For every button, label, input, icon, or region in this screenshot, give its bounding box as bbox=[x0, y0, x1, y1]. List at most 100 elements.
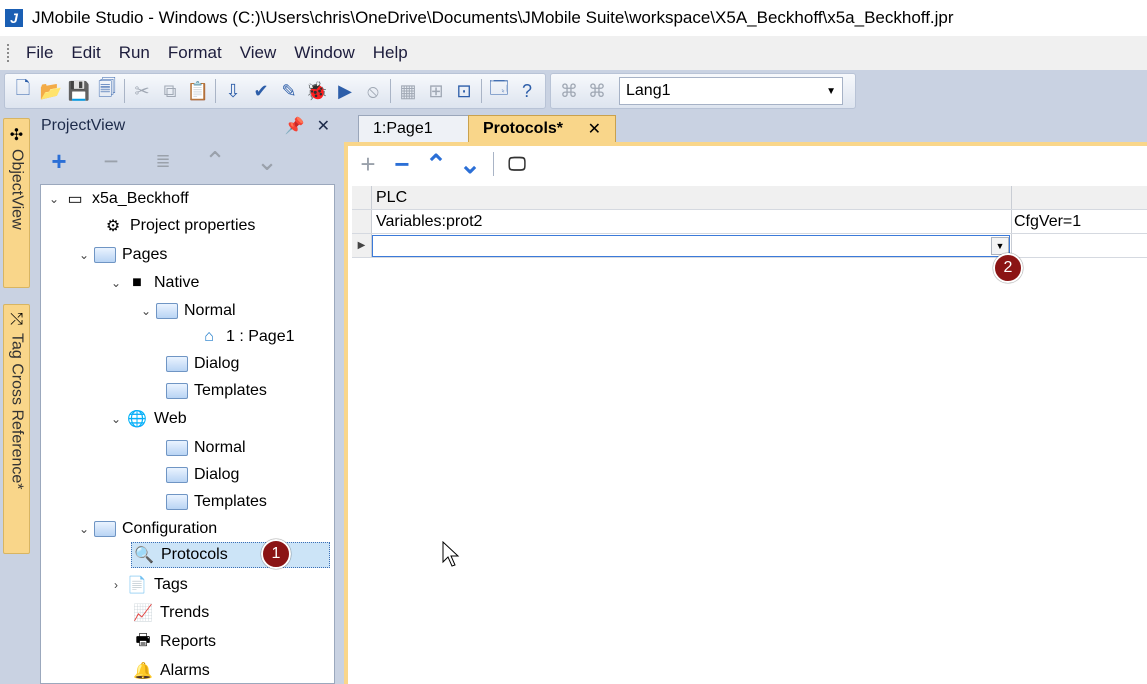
eraser-icon[interactable]: ✎ bbox=[275, 77, 303, 105]
save-icon[interactable]: 💾 bbox=[65, 77, 93, 105]
tree-label: Web bbox=[154, 410, 187, 427]
callout-badge-2: 2 bbox=[993, 253, 1023, 283]
snap-icon[interactable]: ⊡ bbox=[450, 77, 478, 105]
app-logo-icon: J bbox=[5, 9, 23, 27]
tree-node-tags[interactable]: › 📄 Tags bbox=[107, 572, 188, 598]
menu-window[interactable]: Window bbox=[285, 43, 363, 63]
collapse-arrow-icon[interactable]: › bbox=[107, 578, 125, 592]
validate-icon[interactable]: ✔ bbox=[247, 77, 275, 105]
expand-arrow-icon[interactable]: ⌄ bbox=[107, 276, 125, 290]
protocols-document: + − ⌃ ⌄ 🖵 PLC Variables:prot2 CfgVer=1 ▶ bbox=[344, 142, 1147, 684]
trends-icon: 📈 bbox=[133, 605, 153, 622]
new-row-plc-cell[interactable]: ▼ bbox=[372, 234, 1012, 257]
save-all-icon[interactable]: 🗐 bbox=[93, 77, 121, 105]
move-down-icon[interactable]: ⌄ bbox=[253, 146, 281, 177]
tree-node-web-dialog[interactable]: Dialog bbox=[165, 462, 239, 488]
tree-node-native[interactable]: ⌄ ■ Native bbox=[107, 270, 199, 296]
column-header-config[interactable] bbox=[1012, 186, 1147, 209]
tab-tag-cross-reference[interactable]: ⤭ Tag Cross Reference* bbox=[3, 304, 30, 554]
menu-file[interactable]: File bbox=[17, 43, 62, 63]
run-icon[interactable]: ▶ bbox=[331, 77, 359, 105]
grid-icon[interactable]: ▦ bbox=[394, 77, 422, 105]
tree-node-alarms[interactable]: 🔔 Alarms bbox=[131, 658, 210, 684]
menu-edit[interactable]: Edit bbox=[62, 43, 109, 63]
close-icon[interactable]: ✕ bbox=[317, 116, 330, 136]
language-b-icon[interactable]: ⌘ bbox=[583, 77, 611, 105]
tree-node-web-templates[interactable]: Templates bbox=[165, 489, 267, 515]
chevron-down-icon[interactable]: ▼ bbox=[991, 236, 1009, 255]
tree-node-native-normal[interactable]: ⌄ Normal bbox=[137, 298, 236, 324]
close-tab-icon[interactable]: ✕ bbox=[588, 119, 601, 139]
tree-node-trends[interactable]: 📈 Trends bbox=[131, 600, 209, 626]
table-row[interactable]: Variables:prot2 CfgVer=1 bbox=[352, 210, 1147, 234]
tab-objectview[interactable]: ✣ ObjectView bbox=[3, 118, 30, 288]
language-a-icon[interactable]: ⌘ bbox=[555, 77, 583, 105]
new-row-config-cell[interactable] bbox=[1012, 234, 1147, 257]
remove-icon[interactable]: − bbox=[97, 146, 125, 177]
properties-icon: ⚙ bbox=[105, 218, 121, 235]
plc-cell[interactable]: Variables:prot2 bbox=[372, 210, 1012, 233]
row-header[interactable] bbox=[352, 210, 372, 233]
tab-protocols[interactable]: Protocols* ✕ bbox=[468, 115, 616, 142]
move-up-icon[interactable]: ⌃ bbox=[422, 149, 450, 180]
tree-label: Dialog bbox=[194, 466, 240, 483]
add-icon[interactable]: + bbox=[45, 146, 73, 177]
move-down-icon[interactable]: ⌄ bbox=[456, 149, 484, 180]
menubar-grip[interactable] bbox=[7, 44, 11, 62]
new-file-icon[interactable]: 🗋 bbox=[9, 77, 37, 105]
new-row[interactable]: ▶ ▼ bbox=[352, 234, 1147, 258]
tree-label: Project properties bbox=[130, 217, 256, 234]
tree-node-native-dialog[interactable]: Dialog bbox=[165, 351, 239, 377]
copy-icon[interactable]: ⧉ bbox=[156, 77, 184, 105]
options-icon[interactable]: 🗔 bbox=[485, 77, 513, 105]
menu-run[interactable]: Run bbox=[110, 43, 159, 63]
tree-node-project[interactable]: ⌄ ▭ x5a_Beckhoff bbox=[45, 186, 189, 212]
tree-node-configuration[interactable]: ⌄ Configuration bbox=[75, 516, 217, 542]
tree-label: Normal bbox=[194, 439, 246, 456]
tree-node-pages[interactable]: ⌄ Pages bbox=[75, 242, 167, 268]
language-select[interactable]: Lang1 ▼ bbox=[619, 77, 843, 105]
paste-icon[interactable]: 📋 bbox=[184, 77, 212, 105]
tab-page1[interactable]: 1:Page1 bbox=[358, 115, 470, 142]
printer-icon: 🖶 bbox=[135, 631, 151, 649]
folder-icon bbox=[165, 492, 189, 512]
tree-node-web[interactable]: ⌄ 🌐 Web bbox=[107, 406, 187, 432]
help-icon[interactable]: ? bbox=[513, 77, 541, 105]
menu-bar: File Edit Run Format View Window Help bbox=[0, 36, 1147, 70]
folder-icon bbox=[93, 519, 117, 539]
home-icon: ⌂ bbox=[204, 328, 214, 345]
stop-icon[interactable]: ⦸ bbox=[359, 77, 387, 105]
debug-bug-icon[interactable]: 🐞 bbox=[303, 77, 331, 105]
align-icon[interactable]: ⊞ bbox=[422, 77, 450, 105]
remove-protocol-icon[interactable]: − bbox=[388, 149, 416, 180]
download-icon[interactable]: ⇩ bbox=[219, 77, 247, 105]
tree-node-project-properties[interactable]: ⚙ Project properties bbox=[101, 213, 256, 239]
puzzle-icon: ✣ bbox=[9, 127, 24, 144]
column-header-plc[interactable]: PLC bbox=[372, 186, 1012, 209]
tags-icon: 📄 bbox=[127, 577, 147, 594]
add-protocol-icon[interactable]: + bbox=[354, 149, 382, 180]
tree-node-reports[interactable]: 🖶 Reports bbox=[131, 629, 216, 655]
open-folder-icon[interactable]: 📂 bbox=[37, 77, 65, 105]
tree-node-native-templates[interactable]: Templates bbox=[165, 378, 267, 404]
tree-node-protocols[interactable]: 🔍 Protocols bbox=[131, 542, 330, 568]
tree-node-page1[interactable]: ⌂ 1 : Page1 bbox=[197, 324, 294, 350]
mouse-cursor-icon bbox=[442, 541, 460, 567]
menu-help[interactable]: Help bbox=[364, 43, 417, 63]
properties-list-icon[interactable]: ≣ bbox=[149, 151, 177, 172]
move-up-icon[interactable]: ⌃ bbox=[201, 146, 229, 177]
menu-view[interactable]: View bbox=[231, 43, 286, 63]
expand-arrow-icon[interactable]: ⌄ bbox=[107, 412, 125, 426]
menu-format[interactable]: Format bbox=[159, 43, 231, 63]
plc-dropdown[interactable]: ▼ bbox=[372, 234, 1010, 257]
config-cell[interactable]: CfgVer=1 bbox=[1012, 210, 1147, 233]
pin-icon[interactable]: 📌 bbox=[285, 116, 305, 136]
tree-node-web-normal[interactable]: Normal bbox=[165, 435, 246, 461]
expand-arrow-icon[interactable]: ⌄ bbox=[45, 192, 63, 206]
tree-label: Trends bbox=[160, 604, 210, 621]
expand-arrow-icon[interactable]: ⌄ bbox=[75, 248, 93, 262]
cut-icon[interactable]: ✂ bbox=[128, 77, 156, 105]
expand-arrow-icon[interactable]: ⌄ bbox=[75, 522, 93, 536]
expand-arrow-icon[interactable]: ⌄ bbox=[137, 304, 155, 318]
monitor-settings-icon[interactable]: 🖵 bbox=[503, 154, 531, 175]
